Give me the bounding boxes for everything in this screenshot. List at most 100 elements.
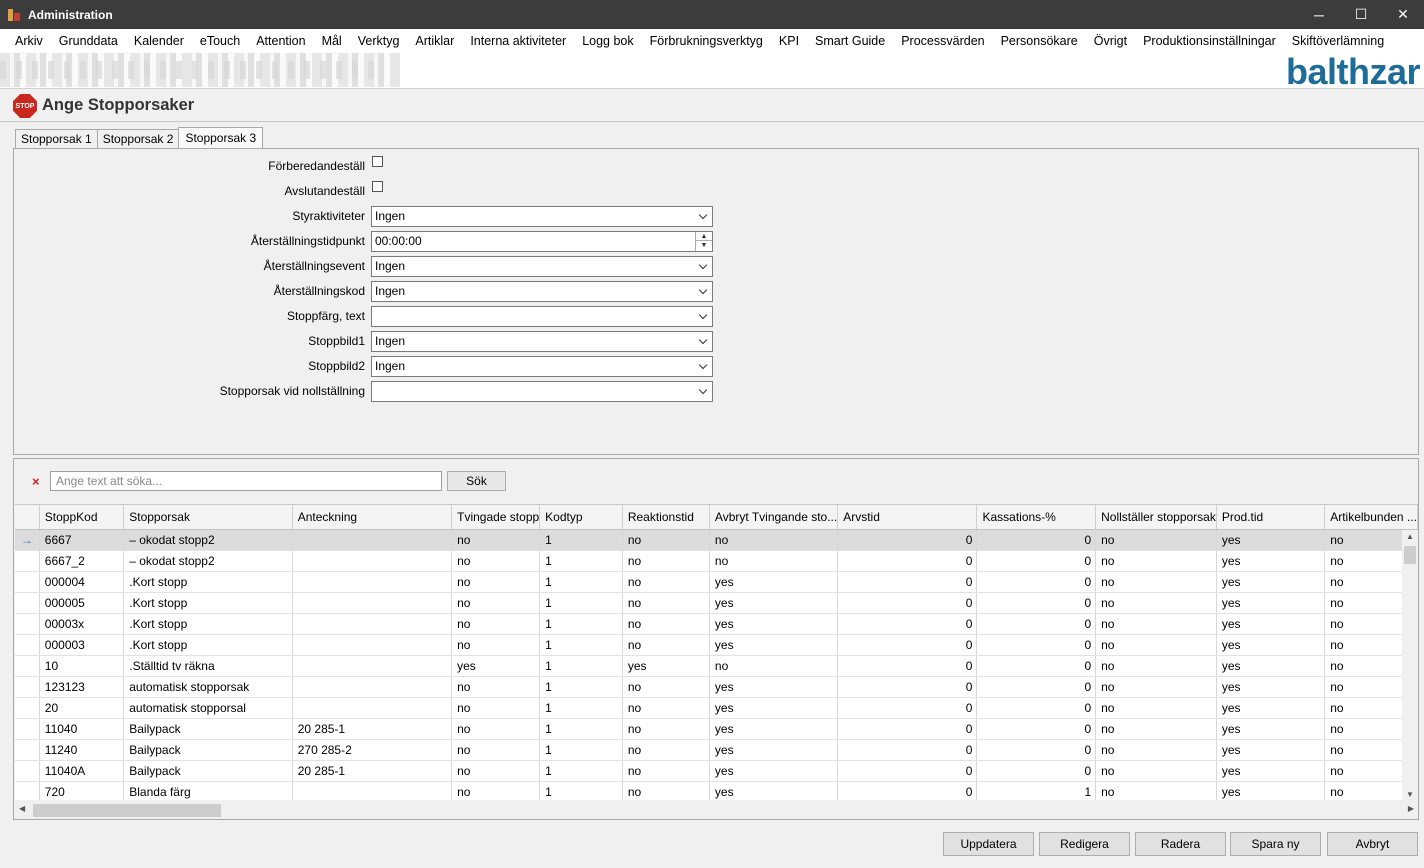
- row-selector[interactable]: [15, 571, 40, 593]
- table-cell[interactable]: yes: [1216, 760, 1326, 782]
- menu-attention[interactable]: Attention: [248, 34, 313, 48]
- table-cell[interactable]: 1: [539, 697, 623, 719]
- horizontal-scrollbar[interactable]: ◀ ▶: [15, 802, 1418, 819]
- edit-button[interactable]: Redigera: [1039, 832, 1130, 856]
- scrollbar-thumb[interactable]: [33, 804, 221, 817]
- table-cell[interactable]: 0: [837, 592, 978, 614]
- table-cell[interactable]: no: [451, 697, 541, 719]
- column-header[interactable]: Avbryt Tvingande sto...: [709, 505, 839, 530]
- table-cell[interactable]: yes: [709, 592, 839, 614]
- table-cell[interactable]: – okodat stopp2: [123, 529, 293, 551]
- row-selector[interactable]: [15, 634, 40, 656]
- table-cell[interactable]: no: [622, 781, 710, 800]
- table-row[interactable]: 123123 automatisk stopporsak no 1 no yes 0 0 no y…: [15, 676, 1418, 698]
- row-selector[interactable]: [15, 760, 40, 782]
- table-cell[interactable]: 0: [976, 571, 1097, 593]
- styraktiviteter-select[interactable]: Ingen: [371, 206, 713, 227]
- table-cell[interactable]: [292, 571, 453, 593]
- table-cell[interactable]: no: [1095, 592, 1217, 614]
- table-cell[interactable]: yes: [451, 655, 541, 677]
- table-cell[interactable]: 1: [539, 550, 623, 572]
- table-cell[interactable]: – okodat stopp2: [123, 550, 293, 572]
- table-cell[interactable]: 0: [837, 781, 978, 800]
- row-selector[interactable]: [15, 550, 40, 572]
- table-row[interactable]: 720 Blanda färg no 1 no yes 0 1 no yes no: [15, 781, 1418, 800]
- table-cell[interactable]: yes: [1216, 739, 1326, 761]
- row-selector[interactable]: [15, 739, 40, 761]
- table-cell[interactable]: yes: [1216, 571, 1326, 593]
- table-cell[interactable]: 0: [976, 676, 1097, 698]
- table-cell[interactable]: no: [1095, 781, 1217, 800]
- table-cell[interactable]: 1: [539, 571, 623, 593]
- table-cell[interactable]: no: [451, 529, 541, 551]
- table-cell[interactable]: 0: [976, 760, 1097, 782]
- table-cell[interactable]: 0: [837, 760, 978, 782]
- table-cell[interactable]: 1: [539, 592, 623, 614]
- table-cell[interactable]: .Kort stopp: [123, 571, 293, 593]
- table-cell[interactable]: no: [1095, 739, 1217, 761]
- table-cell[interactable]: 1: [976, 781, 1097, 800]
- table-cell[interactable]: 0: [837, 613, 978, 635]
- row-selector[interactable]: [15, 592, 40, 614]
- table-row[interactable]: 6667_2– okodat stopp2 no 1 no no 0 0 no yes no: [15, 550, 1418, 572]
- table-cell[interactable]: .Kort stopp: [123, 634, 293, 656]
- menu-arkiv[interactable]: Arkiv: [7, 34, 51, 48]
- stoppbild1-select[interactable]: Ingen: [371, 331, 713, 352]
- table-cell[interactable]: no: [1095, 718, 1217, 740]
- table-cell[interactable]: [292, 781, 453, 800]
- table-cell[interactable]: 0: [976, 718, 1097, 740]
- stoppfarg-select[interactable]: [371, 306, 713, 327]
- spin-up-icon[interactable]: ▲: [696, 232, 712, 241]
- menu-artiklar[interactable]: Artiklar: [407, 34, 462, 48]
- table-cell[interactable]: no: [1095, 550, 1217, 572]
- table-row[interactable]: 000003 .Kort stopp no 1 no yes 0 0 no yes no: [15, 634, 1418, 656]
- table-cell[interactable]: no: [451, 634, 541, 656]
- table-cell[interactable]: Bailypack: [123, 718, 293, 740]
- column-header[interactable]: Artikelbunden ...: [1324, 505, 1418, 530]
- menu-kpi[interactable]: KPI: [771, 34, 807, 48]
- table-cell[interactable]: yes: [1216, 634, 1326, 656]
- table-cell[interactable]: 00003x: [39, 613, 125, 635]
- table-cell[interactable]: no: [1095, 676, 1217, 698]
- table-cell[interactable]: no: [451, 676, 541, 698]
- table-cell[interactable]: 1: [539, 634, 623, 656]
- table-cell[interactable]: yes: [709, 760, 839, 782]
- forberedandestall-checkbox[interactable]: [372, 156, 383, 167]
- table-row[interactable]: 11040 Bailypack 20 285-1 no 1 no yes 0 0 no yes no: [15, 718, 1418, 740]
- table-cell[interactable]: 1: [539, 739, 623, 761]
- menu-logg-bok[interactable]: Logg bok: [574, 34, 641, 48]
- table-cell[interactable]: no: [1095, 655, 1217, 677]
- table-cell[interactable]: [292, 613, 453, 635]
- vertical-scrollbar[interactable]: ▲ ▼: [1402, 530, 1418, 800]
- table-cell[interactable]: no: [622, 529, 710, 551]
- table-cell[interactable]: 270 285-2: [292, 739, 453, 761]
- table-cell[interactable]: yes: [1216, 676, 1326, 698]
- table-cell[interactable]: 0: [837, 529, 978, 551]
- table-row[interactable]: 000005 .Kort stopp no 1 no yes 0 0 no yes no: [15, 592, 1418, 614]
- table-cell[interactable]: 0: [837, 655, 978, 677]
- scroll-down-icon[interactable]: ▼: [1402, 790, 1418, 799]
- search-input[interactable]: [50, 471, 442, 491]
- table-cell[interactable]: no: [451, 571, 541, 593]
- table-cell[interactable]: yes: [709, 571, 839, 593]
- time-spinner[interactable]: ▲ ▼: [695, 232, 712, 251]
- scroll-right-icon[interactable]: ▶: [1408, 804, 1414, 813]
- table-row[interactable]: 00003x .Kort stopp no 1 no yes 0 0 no yes no: [15, 613, 1418, 635]
- column-header[interactable]: Prod.tid: [1216, 505, 1326, 530]
- column-header[interactable]: Tvingade stopp: [451, 505, 541, 530]
- table-cell[interactable]: yes: [1216, 697, 1326, 719]
- row-pointer-icon[interactable]: →: [15, 529, 40, 551]
- aterstallningskod-select[interactable]: Ingen: [371, 281, 713, 302]
- table-cell[interactable]: no: [451, 592, 541, 614]
- row-selector[interactable]: [15, 655, 40, 677]
- table-cell[interactable]: 10: [39, 655, 125, 677]
- row-selector[interactable]: [15, 781, 40, 800]
- table-cell[interactable]: no: [1095, 613, 1217, 635]
- menu-forbrukningsverktyg[interactable]: Förbrukningsverktyg: [642, 34, 771, 48]
- table-cell[interactable]: 123123: [39, 676, 125, 698]
- table-cell[interactable]: no: [622, 613, 710, 635]
- table-cell[interactable]: no: [451, 550, 541, 572]
- scrollbar-thumb[interactable]: [1404, 546, 1416, 564]
- menu-smart-guide[interactable]: Smart Guide: [807, 34, 893, 48]
- table-cell[interactable]: no: [622, 571, 710, 593]
